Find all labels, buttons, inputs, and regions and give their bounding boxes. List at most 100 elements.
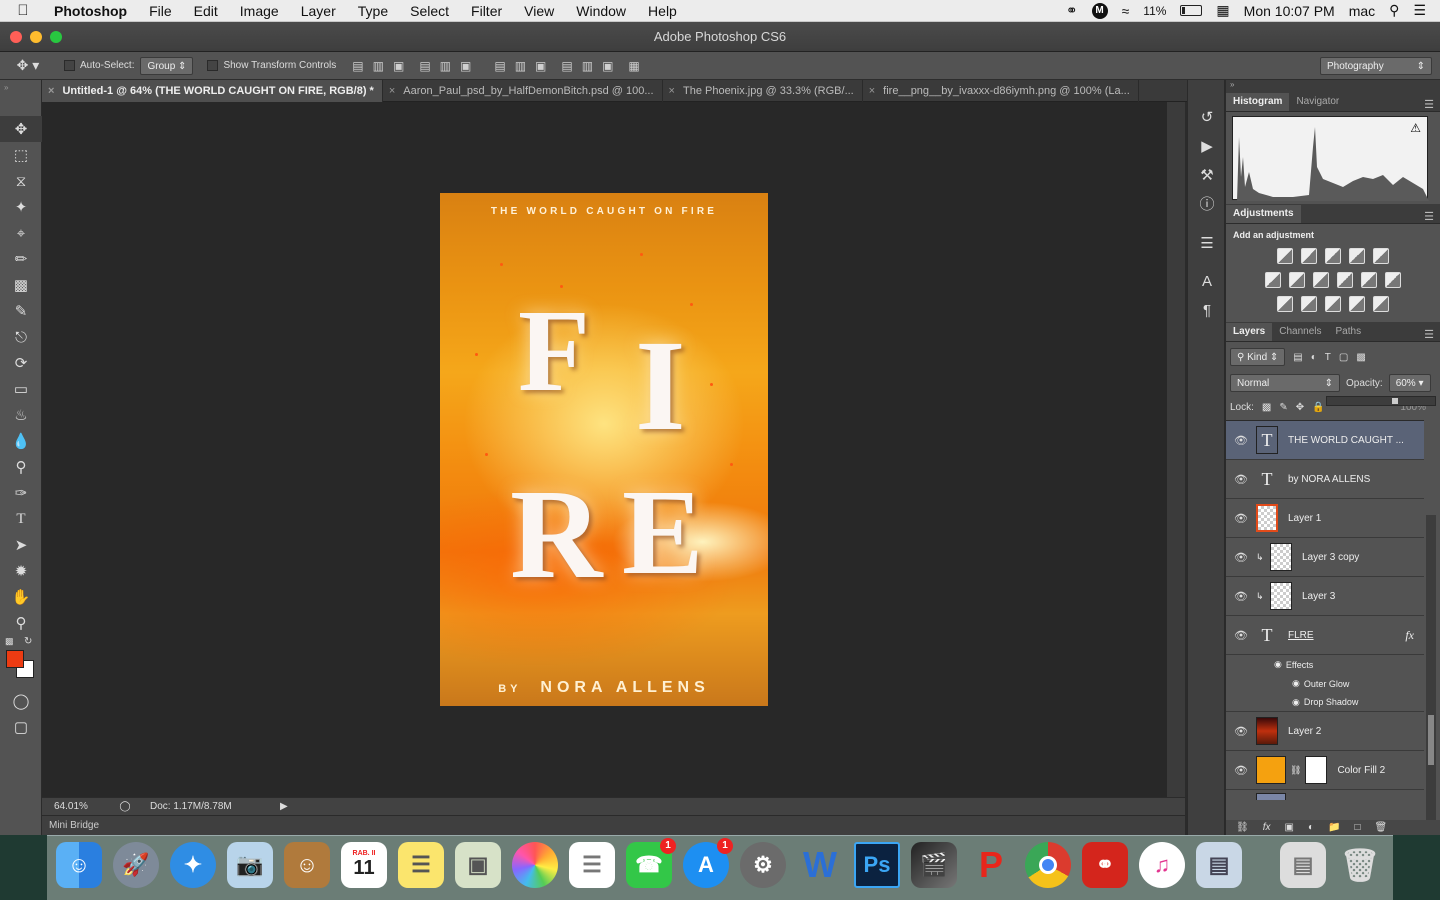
- doc-tab[interactable]: × Untitled-1 @ 64% (THE WORLD CAUGHT ON F…: [42, 80, 383, 102]
- info-panel-icon[interactable]: ⓘ: [1188, 189, 1226, 218]
- menu-edit[interactable]: Edit: [183, 3, 229, 19]
- menu-window[interactable]: Window: [565, 3, 637, 19]
- move-tool-icon[interactable]: ✥: [0, 116, 42, 142]
- filter-smart-object-icon[interactable]: ▩: [1356, 352, 1365, 363]
- history-brush-tool-icon[interactable]: ⟳: [0, 350, 42, 376]
- filter-pixel-icon[interactable]: ▤: [1293, 352, 1302, 363]
- visibility-eye-icon[interactable]: 👁: [1226, 764, 1256, 777]
- paint-bucket-tool-icon[interactable]: ♨: [0, 402, 42, 428]
- adjustments-menu-icon[interactable]: ☰: [1424, 210, 1440, 223]
- filter-type-icon[interactable]: T: [1325, 352, 1331, 363]
- chrome-icon[interactable]: [1025, 842, 1071, 888]
- status-share-icon[interactable]: ◯: [100, 801, 150, 812]
- menu-view[interactable]: View: [513, 3, 565, 19]
- layer-fx-icon[interactable]: fx: [1405, 628, 1414, 643]
- healing-brush-tool-icon[interactable]: ▩: [0, 272, 42, 298]
- add-style-icon[interactable]: fx: [1263, 822, 1271, 833]
- lock-transparent-icon[interactable]: ▩: [1262, 402, 1271, 413]
- vibrance-icon[interactable]: [1373, 248, 1389, 264]
- effect-outer-glow-row[interactable]: ◉ Outer Glow: [1226, 674, 1424, 693]
- close-tab-icon[interactable]: ×: [389, 85, 395, 97]
- layer-row[interactable]: [1226, 790, 1424, 800]
- brightness-icon[interactable]: [1277, 248, 1293, 264]
- invert-icon[interactable]: [1277, 296, 1293, 312]
- distribute-left-icon[interactable]: ▤: [561, 59, 572, 73]
- visibility-eye-icon[interactable]: 👁: [1226, 629, 1256, 642]
- menu-select[interactable]: Select: [399, 3, 460, 19]
- exposure-icon[interactable]: [1349, 248, 1365, 264]
- safari-icon[interactable]: ✦: [170, 842, 216, 888]
- screen-mode-icon[interactable]: ▢: [0, 714, 42, 740]
- crop-tool-icon[interactable]: ⌖: [0, 220, 42, 246]
- align-left-icon[interactable]: ▤: [419, 59, 430, 73]
- new-adjustment-icon[interactable]: ◐: [1308, 822, 1314, 833]
- actions-panel-icon[interactable]: ▶: [1188, 131, 1226, 160]
- blend-mode-dropdown[interactable]: Normal ⇕: [1230, 374, 1340, 392]
- gradient-map-icon[interactable]: [1373, 296, 1389, 312]
- black-white-icon[interactable]: [1313, 272, 1329, 288]
- apple-icon[interactable]: : [0, 2, 46, 19]
- image-capture-icon[interactable]: ▣: [455, 842, 501, 888]
- tool-presets-icon[interactable]: ⚒: [1188, 160, 1226, 189]
- visibility-eye-icon[interactable]: 👁: [1226, 590, 1256, 603]
- maximize-window-button[interactable]: [50, 31, 62, 43]
- lock-position-icon[interactable]: ✥: [1296, 402, 1304, 413]
- menu-app-name[interactable]: Photoshop: [46, 3, 138, 19]
- layer-row[interactable]: 👁 T FLRE fx: [1226, 616, 1424, 655]
- layer-kind-filter[interactable]: ⚲ Kind ⇕: [1230, 348, 1286, 366]
- color-balance-icon[interactable]: [1289, 272, 1305, 288]
- effect-eye-icon[interactable]: ◉: [1292, 678, 1300, 689]
- lock-image-icon[interactable]: ✎: [1279, 402, 1287, 413]
- acrobat-icon[interactable]: P: [968, 842, 1014, 888]
- tab-adjustments[interactable]: Adjustments: [1226, 205, 1301, 223]
- lasso-tool-icon[interactable]: ⧖: [0, 168, 42, 194]
- panel-collapse-icon[interactable]: [1188, 80, 1224, 102]
- photos-icon[interactable]: [512, 842, 558, 888]
- dodge-tool-icon[interactable]: ⚲: [0, 454, 42, 480]
- opacity-slider-handle[interactable]: [1391, 398, 1398, 404]
- menu-filter[interactable]: Filter: [460, 3, 513, 19]
- distribute-vcenter-icon[interactable]: ▥: [515, 59, 526, 73]
- channel-mixer-icon[interactable]: [1361, 272, 1377, 288]
- histogram-menu-icon[interactable]: ☰: [1424, 98, 1440, 111]
- effects-eye-icon[interactable]: ◉: [1274, 659, 1282, 670]
- creative-cloud-icon[interactable]: ⚭: [1066, 2, 1078, 19]
- auto-align-icon[interactable]: ▦: [628, 59, 639, 73]
- word-icon[interactable]: W: [797, 842, 843, 888]
- transform-controls-checkbox[interactable]: [207, 59, 223, 71]
- contacts-icon[interactable]: ☺: [284, 842, 330, 888]
- levels-icon[interactable]: [1301, 248, 1317, 264]
- tab-navigator[interactable]: Navigator: [1289, 93, 1346, 111]
- zoom-level[interactable]: 64.01%: [42, 801, 100, 812]
- histogram-warning-icon[interactable]: ⚠: [1410, 121, 1421, 135]
- status-menu-arrow-icon[interactable]: ▶: [280, 801, 288, 812]
- canvas-vertical-scrollbar[interactable]: [1167, 102, 1185, 797]
- calendar-menu-icon[interactable]: ▦: [1216, 2, 1229, 19]
- filter-adjustment-icon[interactable]: ◐: [1311, 352, 1317, 363]
- system-preferences-icon[interactable]: ⚙: [740, 842, 786, 888]
- type-tool-icon[interactable]: T: [0, 506, 42, 532]
- launchpad-icon[interactable]: 🚀: [113, 842, 159, 888]
- delete-layer-icon[interactable]: 🗑: [1374, 822, 1387, 833]
- layers-scrollbar-thumb[interactable]: [1428, 715, 1434, 765]
- photo-filter-icon[interactable]: [1337, 272, 1353, 288]
- path-selection-tool-icon[interactable]: ➤: [0, 532, 42, 558]
- visibility-eye-icon[interactable]: 👁: [1226, 473, 1256, 486]
- add-mask-icon[interactable]: ▣: [1284, 822, 1293, 833]
- distribute-bottom-icon[interactable]: ▣: [535, 59, 546, 73]
- marquee-tool-icon[interactable]: ⬚: [0, 142, 42, 168]
- eyedropper-tool-icon[interactable]: ✏: [0, 246, 42, 272]
- quick-mask-icon[interactable]: ◯: [0, 688, 42, 714]
- image-viewer-icon[interactable]: ▤: [1196, 842, 1242, 888]
- reminders-icon[interactable]: ☰: [569, 842, 615, 888]
- layer-row[interactable]: 👁 ↳ Layer 3 copy: [1226, 538, 1424, 577]
- foreground-color-swatch[interactable]: [6, 650, 24, 668]
- move-tool-preset-icon[interactable]: ✥ ▾: [0, 57, 56, 74]
- creative-cloud-dock-icon[interactable]: ⚭: [1082, 842, 1128, 888]
- notification-center-icon[interactable]: ☰: [1413, 2, 1426, 19]
- menu-layer[interactable]: Layer: [290, 3, 347, 19]
- history-panel-icon[interactable]: ↺: [1188, 102, 1226, 131]
- menu-type[interactable]: Type: [347, 3, 399, 19]
- curves-icon[interactable]: [1325, 248, 1341, 264]
- layer-row[interactable]: 👁 Layer 2: [1226, 712, 1424, 751]
